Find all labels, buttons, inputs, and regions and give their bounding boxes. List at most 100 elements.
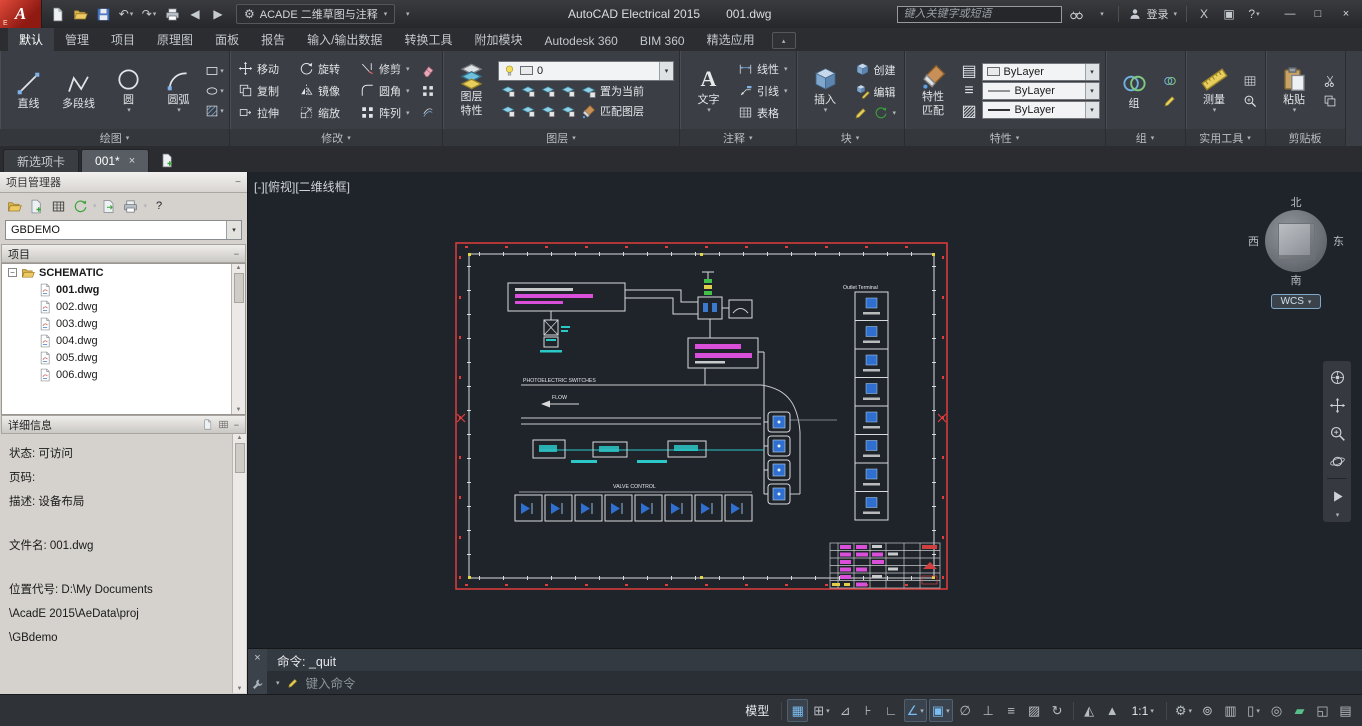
scroll-thumb[interactable] — [235, 443, 245, 473]
snap-icon[interactable]: ⊞▾ — [810, 699, 832, 722]
selection-cycling-icon[interactable]: ↻ — [1047, 699, 1068, 722]
paste-button[interactable]: 粘贴▾ — [1271, 66, 1318, 116]
stretch-button[interactable]: 拉伸 — [235, 102, 293, 123]
lock-ui-icon[interactable]: ▯▾ — [1243, 699, 1264, 722]
viewcube-face[interactable] — [1278, 223, 1315, 260]
tree-item-005[interactable]: 005.dwg — [2, 349, 245, 366]
tree-item-001[interactable]: 001.dwg — [2, 281, 245, 298]
autoscale-icon[interactable]: ▲ — [1102, 699, 1123, 722]
circle-button[interactable]: 圆▾ — [105, 66, 152, 116]
trim-button[interactable]: 修剪▾ — [357, 58, 415, 79]
project-select-dropdown[interactable]: GBDEMO ▾ — [5, 220, 242, 240]
explode-icon[interactable] — [418, 81, 437, 100]
ribbon-tab-autodesk360[interactable]: Autodesk 360 — [533, 30, 628, 51]
copy-button[interactable]: 复制 — [235, 80, 293, 101]
undo-icon[interactable]: ↶▾ — [115, 3, 137, 25]
command-close-icon[interactable]: × — [254, 652, 260, 664]
orbit-icon[interactable] — [1325, 448, 1349, 474]
erase-icon[interactable] — [418, 61, 437, 80]
layer-dropdown[interactable]: 0 ▾ — [498, 61, 674, 81]
polyline-button[interactable]: 多段线 — [55, 70, 102, 111]
recent-commands-icon[interactable]: ▾ — [276, 679, 280, 687]
dynamic-input-icon[interactable]: ⊦ — [858, 699, 879, 722]
schematic-drawing[interactable]: PHOTOELECTRIC SWITCHES FLOW — [455, 242, 948, 590]
object-snap-tracking-icon[interactable]: ∅ — [955, 699, 976, 722]
file-tab-001[interactable]: 001*× — [81, 149, 149, 172]
project-task-list-icon[interactable] — [48, 196, 68, 216]
properties-list-icon[interactable]: ▤ — [960, 61, 979, 80]
tree-scrollbar[interactable]: ▲ ▼ — [231, 264, 245, 414]
infer-constraints-icon[interactable]: ⊿ — [835, 699, 856, 722]
block-attribute-icon[interactable] — [852, 103, 871, 122]
cut-icon[interactable] — [1321, 71, 1340, 90]
ellipse-icon[interactable]: ▾ — [205, 81, 224, 100]
project-plot-icon[interactable] — [121, 196, 141, 216]
set-current-layer-button[interactable]: 置为当前 — [578, 81, 647, 102]
id-point-icon[interactable] — [1241, 91, 1260, 110]
project-open-icon[interactable] — [4, 196, 24, 216]
dynamic-ucs-icon[interactable]: ⊥ — [978, 699, 999, 722]
project-new-icon[interactable] — [26, 196, 46, 216]
hardware-acceleration-icon[interactable]: ▰ — [1289, 699, 1310, 722]
plot-icon[interactable] — [161, 3, 183, 25]
details-copy-icon[interactable] — [202, 419, 213, 430]
showmotion-icon[interactable] — [1325, 483, 1349, 509]
viewcube-west-label[interactable]: 西 — [1248, 233, 1259, 249]
ortho-icon[interactable]: ∟ — [881, 699, 902, 722]
layer-unisolate-icon[interactable] — [518, 102, 537, 121]
ungroup-icon[interactable] — [1161, 71, 1180, 90]
sign-in-button[interactable]: 登录 ▾ — [1125, 6, 1180, 22]
panel-label-clipboard[interactable]: 剪贴板 — [1266, 129, 1345, 146]
search-options-icon[interactable]: ▾ — [1090, 3, 1112, 25]
linear-dimension-button[interactable]: 线性▾ — [735, 58, 791, 79]
color-dropdown[interactable]: ByLayer ▾ — [982, 63, 1100, 81]
clean-screen-icon[interactable]: ◱ — [1312, 699, 1333, 722]
workspace-switching-icon[interactable]: ⚙▾ — [1172, 699, 1195, 722]
object-snap-icon[interactable]: ▣▾ — [929, 699, 953, 722]
scroll-down-icon[interactable]: ▼ — [237, 686, 243, 692]
pan-icon[interactable] — [1325, 392, 1349, 418]
polar-tracking-icon[interactable]: ∠▾ — [904, 699, 927, 722]
mirror-button[interactable]: 镜像 — [296, 80, 354, 101]
move-button[interactable]: 移动 — [235, 58, 293, 79]
wcs-dropdown[interactable]: WCS▾ — [1271, 294, 1322, 309]
transparency-icon[interactable]: ▨ — [1024, 699, 1045, 722]
command-input-line[interactable]: ▾ 键入命令 — [267, 671, 1362, 694]
workspace-switcher[interactable]: ⚙ ACADE 二维草图与注释 ▾ — [236, 4, 395, 24]
chevron-down-icon[interactable]: ▾ — [659, 62, 673, 80]
copy-clip-icon[interactable] — [1321, 91, 1340, 110]
details-preview-icon[interactable] — [218, 419, 229, 430]
ribbon-tab-bim360[interactable]: BIM 360 — [629, 30, 696, 51]
ribbon-tab-import-export[interactable]: 输入/输出数据 — [296, 27, 393, 51]
viewcube-north-label[interactable]: 北 — [1244, 194, 1348, 210]
panel-label-block[interactable]: 块▾ — [797, 129, 904, 146]
panel-label-groups[interactable]: 组▾ — [1106, 129, 1185, 146]
application-menu-button[interactable]: A E — [0, 0, 42, 28]
ribbon-tab-panel[interactable]: 面板 — [204, 27, 250, 51]
ribbon-tab-schematic[interactable]: 原理图 — [146, 27, 204, 51]
annotation-scale-button[interactable]: 1:1▾ — [1125, 699, 1161, 722]
search-input[interactable] — [897, 6, 1062, 23]
group-edit-icon[interactable] — [1161, 91, 1180, 110]
layer-lock-icon[interactable] — [558, 82, 577, 101]
customize-icon[interactable]: ▤ — [1335, 699, 1356, 722]
create-block-button[interactable]: 创建 — [852, 59, 899, 80]
viewcube-east-label[interactable]: 东 — [1333, 233, 1344, 249]
fillet-button[interactable]: 圆角▾ — [357, 80, 415, 101]
new-file-icon[interactable] — [46, 3, 68, 25]
search-binoculars-icon[interactable] — [1065, 3, 1087, 25]
model-space-button[interactable]: 模型 — [738, 699, 776, 722]
layer-on-icon[interactable] — [498, 102, 517, 121]
grid-icon[interactable]: ▦ — [787, 699, 808, 722]
isolate-objects-icon[interactable]: ◎ — [1266, 699, 1287, 722]
new-drawing-tab-icon[interactable] — [155, 150, 179, 170]
panel-label-modify[interactable]: 修改▾ — [230, 129, 442, 146]
close-button[interactable]: × — [1332, 4, 1360, 24]
rectangle-icon[interactable]: ▾ — [205, 61, 224, 80]
tree-item-006[interactable]: 006.dwg — [2, 366, 245, 383]
file-tab-new[interactable]: 新选项卡 — [3, 149, 79, 172]
tree-item-003[interactable]: 003.dwg — [2, 315, 245, 332]
full-navigation-wheel-icon[interactable] — [1325, 364, 1349, 390]
layer-isolate-icon[interactable] — [518, 82, 537, 101]
table-button[interactable]: 表格 — [735, 102, 791, 123]
